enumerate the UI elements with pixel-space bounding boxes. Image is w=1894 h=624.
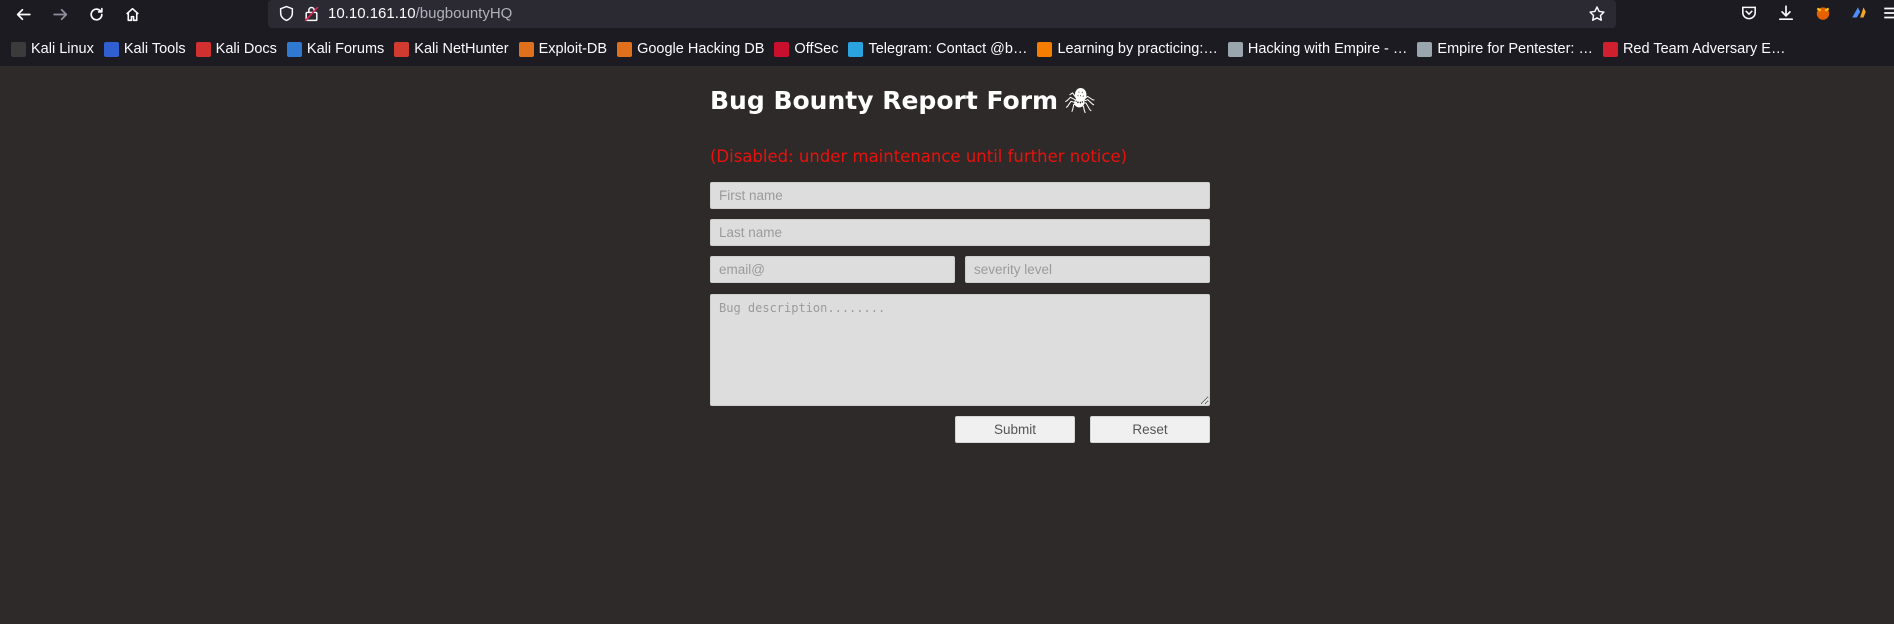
url-path: /bugbountyHQ (415, 5, 513, 22)
bookmark-item[interactable]: Hacking with Empire - … (1227, 38, 1408, 60)
reset-button-label: Reset (1132, 422, 1168, 437)
bug-description-textarea[interactable] (710, 294, 1210, 406)
submit-button[interactable]: Submit (955, 416, 1075, 443)
page-title-text: Bug Bounty Report Form (710, 86, 1059, 115)
shield-icon (1602, 41, 1618, 57)
bookmarks-spacer (0, 62, 1894, 66)
reload-button[interactable] (84, 3, 108, 25)
bookmark-item[interactable]: OffSec (774, 38, 838, 60)
blogger-icon (1037, 41, 1053, 57)
url-text[interactable]: 10.10.161.10/bugbountyHQ (328, 5, 512, 22)
wordpress-icon (1417, 41, 1433, 57)
spider-icon: 🕷 (1064, 86, 1096, 115)
reload-icon (89, 7, 103, 21)
insecure-lock-icon[interactable] (304, 5, 319, 22)
reset-button[interactable]: Reset (1090, 416, 1210, 443)
exploit-db-icon (518, 41, 534, 57)
arrow-right-icon (52, 8, 67, 20)
bookmark-label: Kali NetHunter (414, 41, 509, 57)
bookmark-label: Red Team Adversary E… (1622, 41, 1786, 57)
bookmark-label: OffSec (794, 41, 839, 57)
bookmark-label: Kali Tools (123, 41, 186, 57)
last-name-input[interactable] (710, 219, 1210, 246)
kali-dragon-icon (11, 41, 26, 57)
kali-forums-icon (286, 41, 302, 57)
bookmark-label: Kali Forums (306, 41, 385, 57)
wordpress-icon (1227, 41, 1243, 57)
bookmark-item[interactable]: Kali NetHunter (394, 38, 509, 60)
pocket-icon[interactable] (1740, 4, 1758, 22)
bookmark-label: Google Hacking DB (637, 41, 765, 57)
offsec-icon (774, 41, 790, 57)
email-input[interactable] (710, 256, 955, 283)
bookmark-label: Learning by practicing:… (1057, 41, 1218, 57)
bookmark-label: Kali Linux (31, 41, 94, 57)
url-bar[interactable]: 10.10.161.10/bugbountyHQ (268, 0, 1616, 28)
bookmark-item[interactable]: Exploit-DB (518, 38, 608, 60)
bookmark-label: Telegram: Contact @b… (868, 41, 1028, 57)
downloads-icon[interactable] (1777, 4, 1795, 22)
arrow-left-icon (16, 8, 31, 20)
bookmark-label: Empire for Pentester: … (1437, 41, 1593, 57)
bookmark-item[interactable]: Learning by practicing:… (1037, 38, 1218, 60)
severity-level-input[interactable] (965, 256, 1210, 283)
extension-fox-icon[interactable] (1814, 4, 1832, 22)
bookmark-item[interactable]: Google Hacking DB (617, 38, 764, 60)
browser-toolbar: 10.10.161.10/bugbountyHQ (0, 0, 1894, 29)
page-title: Bug Bounty Report Form 🕷 (710, 86, 1096, 116)
menu-icon[interactable] (1882, 4, 1894, 22)
back-button[interactable] (11, 3, 35, 25)
bookmark-item[interactable]: Kali Tools (103, 38, 186, 60)
bookmark-label: Kali Docs (215, 41, 277, 57)
bookmark-item[interactable]: Kali Linux (11, 38, 94, 60)
kali-docs-icon (195, 41, 211, 57)
telegram-icon (848, 41, 864, 57)
bookmark-item[interactable]: Telegram: Contact @b… (848, 38, 1027, 60)
extension-wappalyzer-icon[interactable] (1850, 4, 1868, 22)
bookmark-star-icon[interactable] (1588, 5, 1606, 23)
toolbar-spacer (0, 29, 1894, 36)
first-name-input[interactable] (710, 182, 1210, 209)
bookmark-item[interactable]: Red Team Adversary E… (1602, 38, 1786, 60)
nethunter-icon (394, 41, 410, 57)
tracking-shield-icon[interactable] (278, 5, 295, 22)
bookmark-item[interactable]: Kali Forums (286, 38, 385, 60)
maintenance-notice: (Disabled: under maintenance until furth… (710, 147, 1128, 166)
ghdb-icon (617, 41, 633, 57)
home-button[interactable] (120, 3, 144, 25)
kali-tools-icon (103, 41, 119, 57)
bookmark-label: Hacking with Empire - … (1247, 41, 1408, 57)
bookmarks-toolbar: Kali Linux Kali Tools Kali Docs Kali Forums… (0, 36, 1894, 62)
submit-button-label: Submit (993, 422, 1037, 437)
bookmark-item[interactable]: Empire for Pentester: … (1417, 38, 1593, 60)
home-icon (125, 7, 139, 21)
url-host: 10.10.161.10 (328, 5, 416, 22)
bookmark-item[interactable]: Kali Docs (195, 38, 277, 60)
bookmark-label: Exploit-DB (538, 41, 608, 57)
forward-button[interactable] (48, 3, 72, 25)
